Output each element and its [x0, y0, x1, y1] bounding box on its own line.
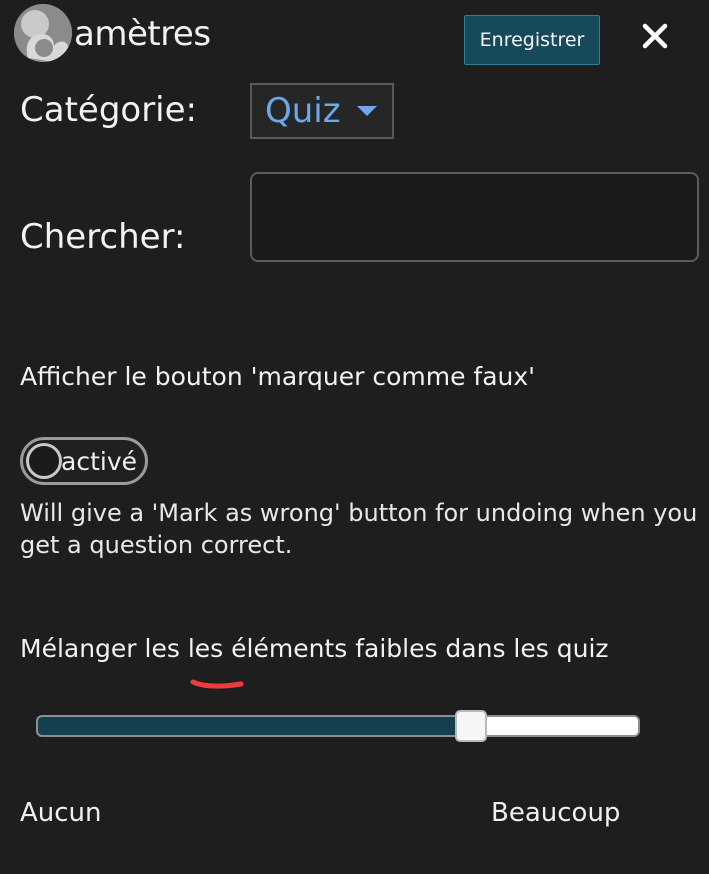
- caret-down-icon: [356, 106, 377, 116]
- category-label: Catégorie:: [20, 90, 198, 130]
- slider-thumb[interactable]: [454, 710, 487, 742]
- toggle-knob: [26, 443, 62, 479]
- close-button[interactable]: [633, 14, 677, 58]
- weak-items-title: Mélanger les les éléments faibles dans l…: [20, 634, 609, 663]
- mark-wrong-toggle[interactable]: sactivé: [20, 437, 148, 485]
- category-select[interactable]: Quiz: [250, 83, 394, 139]
- search-input[interactable]: [250, 172, 699, 262]
- red-underline-annotation: [190, 679, 244, 689]
- slider-fill: [38, 717, 470, 735]
- save-button[interactable]: Enregistrer: [464, 15, 600, 65]
- page-title: amètres: [74, 14, 211, 54]
- search-label: Chercher:: [20, 217, 186, 257]
- slider-track[interactable]: [36, 715, 640, 737]
- mark-wrong-description: Will give a 'Mark as wrong' button for u…: [20, 499, 698, 559]
- avatar-icon: [14, 4, 72, 62]
- category-selected-value: Quiz: [265, 91, 341, 131]
- mark-wrong-title: Afficher le bouton 'marquer comme faux': [20, 362, 536, 391]
- weak-items-slider[interactable]: [36, 710, 640, 742]
- close-icon: [642, 23, 668, 49]
- slider-min-label: Aucun: [20, 798, 102, 828]
- slider-max-label: Beaucoup: [491, 798, 621, 828]
- avatar: [14, 4, 72, 62]
